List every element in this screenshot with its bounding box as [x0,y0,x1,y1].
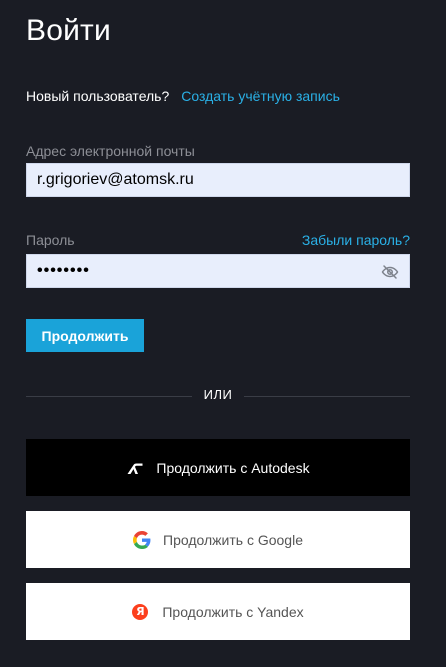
autodesk-button-label: Продолжить с Autodesk [156,459,310,476]
continue-button[interactable]: Продолжить [26,319,144,352]
password-field[interactable]: •••••••• [26,254,410,288]
forgot-password-link[interactable]: Забыли пароль? [302,232,410,248]
yandex-logo-icon: Я [132,603,149,620]
continue-with-google-button[interactable]: Продолжить с Google [26,511,410,568]
or-text: ИЛИ [203,387,233,402]
continue-with-autodesk-button[interactable]: Продолжить с Autodesk [26,439,410,496]
or-divider: ИЛИ [26,387,410,405]
new-user-prompt: Новый пользователь? [26,88,170,104]
autodesk-logo-icon [127,463,143,474]
password-masked-value: •••••••• [37,262,90,279]
password-label: Пароль [26,232,75,248]
eye-slash-icon[interactable] [381,263,399,281]
google-logo-icon [133,530,151,549]
sign-in-page: Войти Новый пользователь? Создать учётную… [0,0,446,667]
email-label: Адрес электронной почты [26,143,195,159]
continue-with-yandex-button[interactable]: Я Продолжить с Yandex [26,583,410,640]
create-account-link[interactable]: Создать учётную запись [181,88,340,104]
page-title: Войти [26,14,111,47]
google-button-label: Продолжить с Google [163,531,303,548]
email-field[interactable]: r.grigoriev@atomsk.ru [26,163,410,197]
new-user-row: Новый пользователь? Создать учётную запис… [26,88,340,104]
yandex-button-label: Продолжить с Yandex [162,603,304,620]
email-value: r.grigoriev@atomsk.ru [37,171,194,188]
divider-line-right [244,396,410,397]
